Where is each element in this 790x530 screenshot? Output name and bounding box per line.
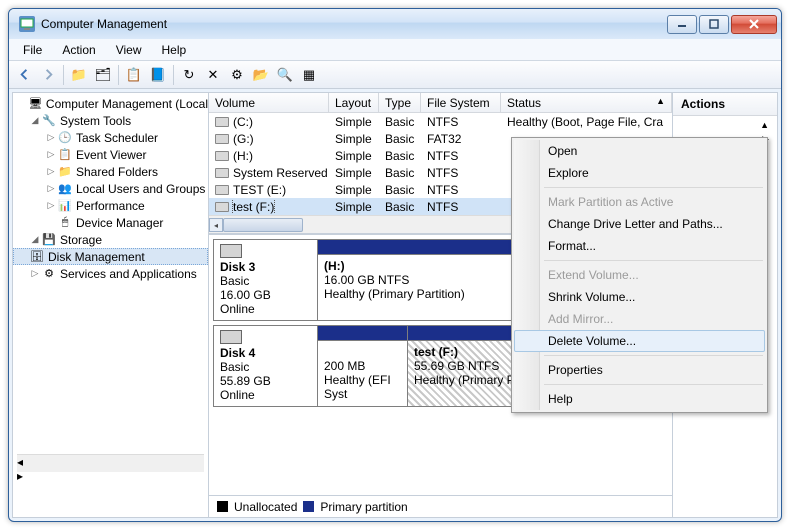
menubar: File Action View Help: [9, 39, 781, 61]
drive-icon: [215, 185, 229, 195]
legend-swatch-primary: [303, 501, 314, 512]
actions-header: Actions: [673, 93, 777, 116]
show-hide-tree-icon[interactable]: 🗂: [92, 64, 114, 86]
menu-view[interactable]: View: [108, 41, 150, 59]
disk-info: Disk 4 Basic 55.89 GB Online: [214, 326, 318, 406]
help-icon[interactable]: 📘: [147, 64, 169, 86]
delete-icon[interactable]: ✕: [202, 64, 224, 86]
tree-services[interactable]: ▷⚙Services and Applications: [13, 265, 208, 282]
refresh-icon[interactable]: ↻: [178, 64, 200, 86]
ctx-add-mirror: Add Mirror...: [514, 308, 765, 330]
disk-icon: [220, 244, 242, 258]
tree-storage[interactable]: ◢💾Storage: [13, 231, 208, 248]
open-icon[interactable]: 📂: [250, 64, 272, 86]
drive-icon: [215, 117, 229, 127]
legend-swatch-unallocated: [217, 501, 228, 512]
col-layout[interactable]: Layout: [329, 93, 379, 112]
tree-performance[interactable]: ▷📊Performance: [13, 197, 208, 214]
menu-action[interactable]: Action: [54, 41, 103, 59]
ctx-extend-volume: Extend Volume...: [514, 264, 765, 286]
settings-icon[interactable]: ⚙: [226, 64, 248, 86]
minimize-button[interactable]: [667, 15, 697, 34]
app-icon: [19, 16, 35, 32]
titlebar[interactable]: Computer Management: [9, 9, 781, 39]
tree-disk-management[interactable]: 🗄Disk Management: [13, 248, 208, 265]
col-type[interactable]: Type: [379, 93, 421, 112]
ctx-format[interactable]: Format...: [514, 235, 765, 257]
drive-icon: [215, 151, 229, 161]
tree-device-manager[interactable]: 🖱Device Manager: [13, 214, 208, 231]
ctx-help[interactable]: Help: [514, 388, 765, 410]
ctx-change-drive-letter[interactable]: Change Drive Letter and Paths...: [514, 213, 765, 235]
disk-info: Disk 3 Basic 16.00 GB Online: [214, 240, 318, 320]
ctx-open[interactable]: Open: [514, 140, 765, 162]
ctx-shrink-volume[interactable]: Shrink Volume...: [514, 286, 765, 308]
drive-icon: [215, 168, 229, 178]
find-icon[interactable]: 🔍: [274, 64, 296, 86]
partition-efi[interactable]: 200 MB Healthy (EFI Syst: [318, 326, 408, 406]
window-title: Computer Management: [41, 17, 667, 31]
forward-button[interactable]: [37, 64, 59, 86]
ctx-mark-active: Mark Partition as Active: [514, 191, 765, 213]
close-button[interactable]: [731, 15, 777, 34]
ctx-explore[interactable]: Explore: [514, 162, 765, 184]
tree-root[interactable]: 🖥Computer Management (Local: [13, 95, 208, 112]
col-status[interactable]: Status▲: [501, 93, 672, 112]
volume-list-header[interactable]: Volume Layout Type File System Status▲: [209, 93, 672, 113]
tree-horizontal-scrollbar[interactable]: ◂▸: [17, 454, 204, 472]
drive-icon: [215, 202, 229, 212]
drive-icon: [215, 134, 229, 144]
maximize-button[interactable]: [699, 15, 729, 34]
list-icon[interactable]: ▦: [298, 64, 320, 86]
col-volume[interactable]: Volume: [209, 93, 329, 112]
disk-icon: [220, 330, 242, 344]
navigation-tree[interactable]: 🖥Computer Management (Local ◢🔧System Too…: [13, 93, 209, 517]
ctx-delete-volume[interactable]: Delete Volume...: [514, 330, 765, 352]
tree-local-users[interactable]: ▷👥Local Users and Groups: [13, 180, 208, 197]
volume-row[interactable]: (C:)SimpleBasicNTFSHealthy (Boot, Page F…: [209, 113, 672, 130]
collapse-up-icon[interactable]: ▲: [760, 120, 769, 130]
tree-shared-folders[interactable]: ▷📁Shared Folders: [13, 163, 208, 180]
legend: Unallocated Primary partition: [209, 495, 672, 517]
tree-system-tools[interactable]: ◢🔧System Tools: [13, 112, 208, 129]
menu-help[interactable]: Help: [154, 41, 195, 59]
tree-event-viewer[interactable]: ▷📋Event Viewer: [13, 146, 208, 163]
back-button[interactable]: [13, 64, 35, 86]
properties-icon[interactable]: 📋: [123, 64, 145, 86]
toolbar: 📁 🗂 📋 📘 ↻ ✕ ⚙ 📂 🔍 ▦: [9, 61, 781, 89]
up-icon[interactable]: 📁: [68, 64, 90, 86]
context-menu: Open Explore Mark Partition as Active Ch…: [511, 137, 768, 413]
ctx-properties[interactable]: Properties: [514, 359, 765, 381]
menu-file[interactable]: File: [15, 41, 50, 59]
col-filesystem[interactable]: File System: [421, 93, 501, 112]
tree-task-scheduler[interactable]: ▷🕒Task Scheduler: [13, 129, 208, 146]
